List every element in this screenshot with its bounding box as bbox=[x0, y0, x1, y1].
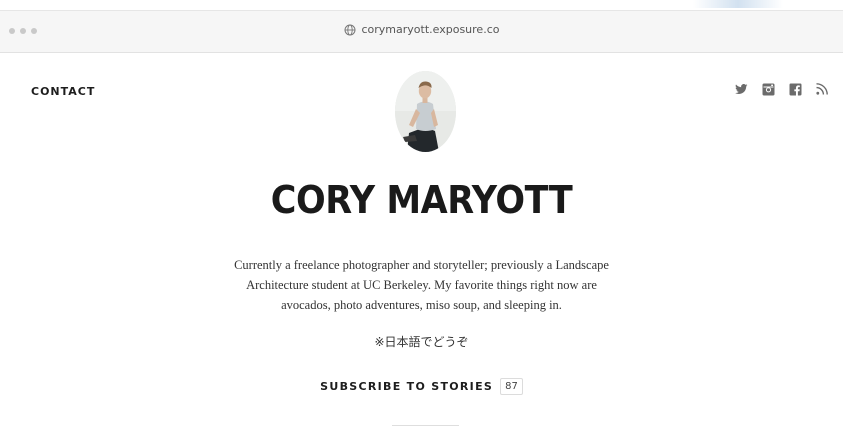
japanese-note: ※日本語でどうぞ bbox=[374, 335, 469, 349]
rss-icon[interactable] bbox=[815, 82, 829, 96]
section-divider bbox=[392, 425, 459, 426]
avatar[interactable] bbox=[395, 71, 456, 152]
browser-titlebar: corymaryott.exposure.co bbox=[0, 11, 843, 53]
browser-window: corymaryott.exposure.co CONTACT CORY MAR… bbox=[0, 0, 843, 438]
subscribe-button[interactable]: SUBSCRIBE TO STORIES 87 bbox=[0, 378, 843, 395]
top-strip bbox=[0, 0, 843, 11]
facebook-icon[interactable] bbox=[788, 82, 802, 96]
subscriber-count-badge: 87 bbox=[500, 378, 523, 395]
contact-link[interactable]: CONTACT bbox=[31, 85, 95, 98]
twitter-icon[interactable] bbox=[734, 82, 748, 96]
address-bar[interactable]: corymaryott.exposure.co bbox=[0, 23, 843, 36]
globe-icon bbox=[344, 24, 356, 36]
top-strip-highlight bbox=[693, 0, 783, 8]
subscribe-label: SUBSCRIBE TO STORIES bbox=[320, 380, 494, 393]
instagram-icon[interactable] bbox=[761, 82, 775, 96]
url-text: corymaryott.exposure.co bbox=[361, 23, 500, 36]
profile-name: CORY MARYOTT bbox=[270, 178, 573, 222]
social-links bbox=[734, 82, 829, 96]
profile-bio: Currently a freelance photographer and s… bbox=[234, 258, 609, 312]
